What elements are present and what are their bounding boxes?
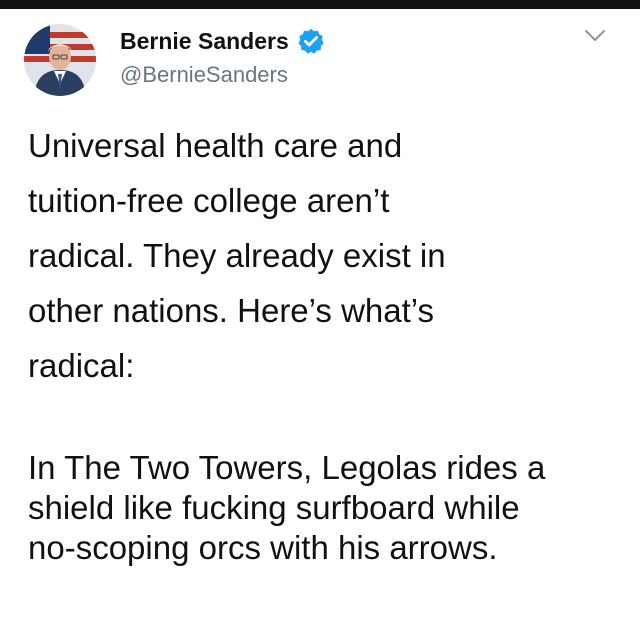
profile-photo-avatar <box>24 24 96 96</box>
author-handle[interactable]: @BernieSanders <box>120 62 288 88</box>
tweet-paragraph-1: Universal health care and tuition-free c… <box>28 127 446 384</box>
author-row: Bernie Sanders <box>120 24 325 58</box>
verified-badge-icon <box>297 27 325 55</box>
top-edge-bar <box>0 0 640 9</box>
tweet-paragraph-2: In The Two Towers, Legolas rides a shiel… <box>28 449 546 566</box>
chevron-down-icon[interactable] <box>584 28 606 44</box>
avatar[interactable] <box>24 24 96 96</box>
author-name[interactable]: Bernie Sanders <box>120 28 289 55</box>
tweet-text: Universal health care and tuition-free c… <box>28 118 618 568</box>
